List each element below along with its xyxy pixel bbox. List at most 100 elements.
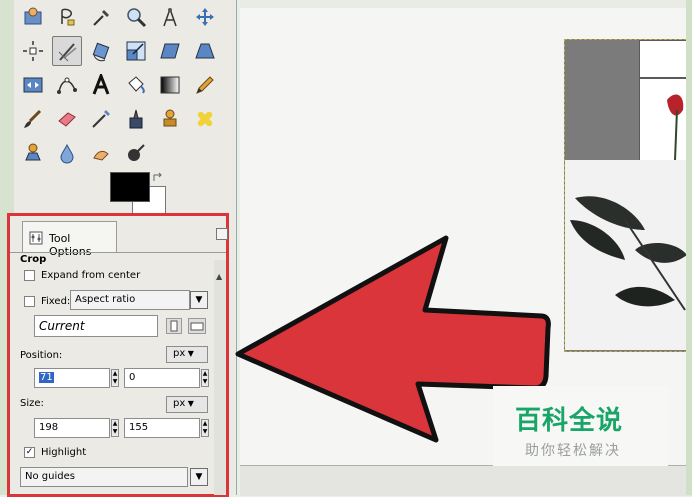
perspective-clone-tool[interactable] [18,138,48,168]
eraser-icon [58,112,76,127]
fixed-mode-value: Aspect ratio [75,294,136,305]
move-tool[interactable] [190,2,220,32]
swap-colors-icon[interactable] [152,172,164,184]
tab-divider [10,252,226,253]
canvas-ruler-top [240,0,692,8]
lasso-icon [61,8,75,26]
pencil-icon [196,76,214,94]
eraser-tool[interactable] [52,104,82,134]
size-width-input[interactable]: 198 [34,418,110,438]
size-unit-value: px [173,398,186,409]
chevron-down-icon: ▼ [185,349,194,358]
perspective-icon [195,43,215,59]
shear-icon [160,43,180,59]
align-icon [23,41,43,61]
fixed-checkbox[interactable] [24,296,35,307]
position-y-input[interactable]: 0 [124,368,200,388]
lasso-tool[interactable] [52,2,82,32]
expand-from-center-checkbox[interactable] [24,270,35,281]
size-label: Size: [20,398,44,409]
watermark-box: 百科全说 助你轻松解决 [493,386,668,466]
position-x-input[interactable]: 71 [34,368,110,388]
size-height-input[interactable]: 155 [124,418,200,438]
highlight-label: Highlight [41,447,87,458]
align-tool[interactable] [18,36,48,66]
position-x-spinner[interactable]: ▲ ▼ [111,369,119,387]
bandage-icon [197,111,213,127]
panel-menu-button[interactable] [216,228,228,240]
landscape-button[interactable] [188,318,206,334]
crop-tool[interactable] [52,36,82,66]
rotate-tool[interactable] [86,36,116,66]
watermark-title: 百科全说 [515,406,624,436]
flip-icon [23,77,43,93]
tab-tool-options-label: Tool Options [49,232,92,258]
heal-tool[interactable] [190,104,220,134]
tool-options-scrollbar[interactable] [214,260,226,495]
landscape-icon [190,322,204,331]
shear-tool[interactable] [155,36,185,66]
color-picker-icon [93,10,109,26]
perspective-clone-icon [25,143,41,161]
rotate-icon [92,42,110,62]
expand-from-center-label: Expand from center [41,270,141,281]
gradient-icon [160,76,180,94]
size-width-value: 198 [39,422,59,433]
text-tool[interactable] [86,70,116,100]
size-height-spinner[interactable]: ▲ ▼ [201,419,209,437]
paintbrush-tool[interactable] [18,104,48,134]
zoom-tool[interactable] [121,2,151,32]
highlight-checkbox[interactable]: ✓ [24,447,35,458]
aspect-ratio-field[interactable]: Current [34,315,158,337]
gimp-window: Tool Options Crop Expand from center Fix… [0,0,692,497]
guides-select[interactable]: No guides [20,467,188,487]
stamp-icon [163,109,177,127]
ink-tool[interactable] [121,104,151,134]
flip-tool[interactable] [18,70,48,100]
airbrush-icon [92,110,110,128]
droplet-icon [60,143,74,164]
path-tool[interactable] [52,70,82,100]
portrait-icon [170,320,178,332]
rect-select-tool[interactable] [18,2,48,32]
bucket-fill-tool[interactable] [121,70,151,100]
guides-dropdown-button[interactable]: ▼ [190,468,208,486]
color-picker-tool[interactable] [86,2,116,32]
pencil-tool[interactable] [190,70,220,100]
size-width-spinner[interactable]: ▲ ▼ [111,419,119,437]
portrait-button[interactable] [166,318,182,334]
ink-icon [129,109,143,129]
tool-options-panel: Tool Options Crop Expand from center Fix… [7,213,229,497]
position-y-spinner[interactable]: ▲ ▼ [201,369,209,387]
foreground-color-swatch[interactable] [110,172,150,202]
compass-icon [163,8,177,27]
window-edge [686,0,692,495]
blend-tool[interactable] [155,70,185,100]
chevron-down-icon: ▼ [195,295,203,305]
dodge-burn-tool[interactable] [121,138,151,168]
position-y-value: 0 [129,372,136,383]
fixed-mode-select[interactable]: Aspect ratio [70,290,190,310]
airbrush-tool[interactable] [86,104,116,134]
magnifier-icon [127,8,147,28]
blur-tool[interactable] [52,138,82,168]
measure-tool[interactable] [155,2,185,32]
scale-tool[interactable] [121,36,151,66]
smudge-tool[interactable] [86,138,116,168]
bucket-icon [128,76,145,94]
scroll-up-arrow-icon[interactable]: ▲ [216,272,222,281]
size-unit-select[interactable]: px ▼ [166,396,208,413]
tab-tool-options[interactable]: Tool Options [22,221,117,258]
clone-tool[interactable] [155,104,185,134]
section-title-crop: Crop [20,254,47,265]
watermark-subtitle: 助你轻松解决 [525,443,621,459]
text-a-icon [92,74,110,95]
dodge-burn-icon [128,144,145,161]
position-unit-select[interactable]: px ▼ [166,346,208,363]
canvas-status-bar [240,465,692,496]
move-arrows-icon [196,8,214,26]
plant-leaves-image [565,160,691,350]
chevron-down-icon: ▼ [195,472,203,482]
perspective-tool[interactable] [190,36,220,66]
fixed-mode-dropdown-button[interactable]: ▼ [190,291,208,309]
